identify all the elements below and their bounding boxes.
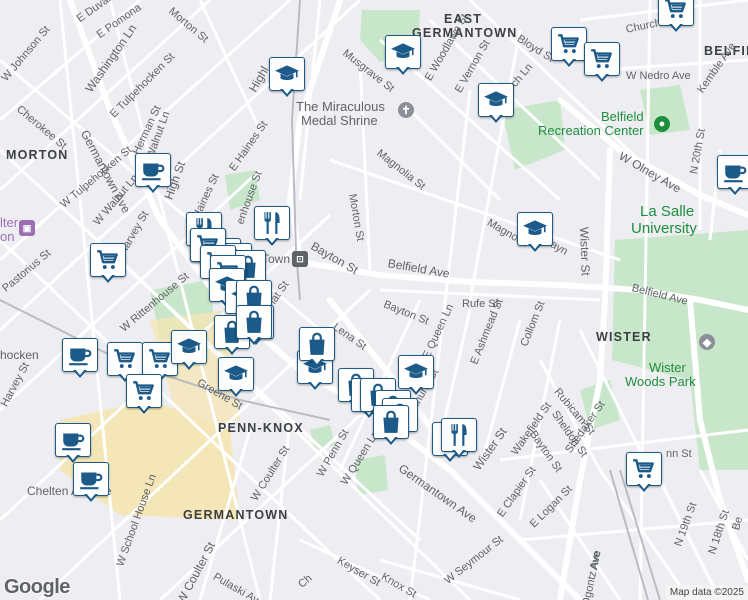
coffee-cup-icon [67, 342, 93, 368]
restaurant-icon [446, 422, 472, 448]
place-label-wister-woods-park[interactable]: Wister [649, 361, 686, 375]
shopping-bag-icon [378, 409, 404, 435]
graduation-cap-icon [403, 359, 429, 385]
shopping-cart-icon [131, 378, 157, 404]
map-marker[interactable] [135, 153, 171, 193]
church-icon[interactable]: ✝ [398, 102, 414, 118]
coffee-cup-icon [78, 466, 104, 492]
place-label-belfield-recreation-center-line2[interactable]: Recreation Center [538, 124, 644, 138]
museum-icon[interactable]: ▣ [19, 220, 35, 236]
map-marker[interactable] [478, 83, 514, 123]
map-marker[interactable] [658, 0, 694, 32]
coffee-cup-icon [722, 159, 748, 185]
area-label-hocken: hocken [0, 348, 39, 362]
google-logo[interactable]: Google [4, 576, 70, 599]
shopping-cart-icon [112, 346, 138, 372]
shopping-bag-icon [241, 309, 267, 335]
park-icon[interactable]: ● [654, 116, 670, 132]
graduation-cap-icon [390, 39, 416, 65]
map-marker[interactable] [126, 374, 162, 414]
coffee-cup-icon [140, 157, 166, 183]
graduation-cap-icon [274, 61, 300, 87]
map-marker[interactable] [62, 338, 98, 378]
place-label-miraculous-medal-shrine-line2[interactable]: Medal Shrine [301, 114, 378, 128]
transit-icon[interactable]: ⊡ [292, 251, 308, 267]
shopping-cart-icon [147, 346, 173, 372]
map-marker[interactable] [171, 330, 207, 370]
shopping-cart-icon [589, 46, 615, 72]
map-marker[interactable] [626, 452, 662, 492]
shopping-cart-icon [631, 456, 657, 482]
street-label: Wister St [577, 226, 593, 276]
graduation-cap-icon [223, 361, 249, 387]
map-marker[interactable] [269, 57, 305, 97]
place-label-germantown-station[interactable]: Town [262, 252, 290, 266]
map-marker[interactable] [254, 206, 290, 246]
map-marker[interactable] [398, 355, 434, 395]
map-marker[interactable] [551, 27, 587, 67]
place-label-museum[interactable]: lter [0, 216, 18, 230]
area-label-germantown: GERMANTOWN [183, 508, 289, 522]
school-icon[interactable]: ◆ [699, 334, 715, 350]
place-label-la-salle-university[interactable]: La Salle [640, 203, 694, 220]
graduation-cap-icon [176, 334, 202, 360]
map-marker[interactable] [517, 212, 553, 252]
map-marker[interactable] [55, 423, 91, 463]
map-base-layer [0, 0, 748, 600]
street-label: nn St [666, 448, 692, 460]
street-label: W Nedro Ave [626, 70, 691, 82]
map-attribution[interactable]: Map data ©2025 [665, 585, 748, 600]
coffee-cup-icon [60, 427, 86, 453]
graduation-cap-icon [483, 87, 509, 113]
shopping-cart-icon [556, 31, 582, 57]
map-marker[interactable] [236, 305, 272, 345]
place-label-miraculous-medal-shrine[interactable]: The Miraculous [296, 100, 385, 114]
shopping-cart-icon [95, 247, 121, 273]
area-label-wister: WISTER [596, 330, 652, 344]
shopping-bag-icon [304, 331, 330, 357]
map-marker[interactable] [584, 42, 620, 82]
area-label-penn-knox: PENN-KNOX [218, 421, 304, 435]
map-marker[interactable] [73, 462, 109, 502]
map-marker[interactable] [218, 357, 254, 397]
shopping-cart-icon [663, 0, 689, 22]
graduation-cap-icon [522, 216, 548, 242]
map-marker[interactable] [373, 405, 409, 445]
place-label-belfield-recreation-center[interactable]: Belfield [601, 110, 644, 124]
map-marker[interactable] [717, 155, 748, 195]
place-label-la-salle-university-line2[interactable]: University [631, 220, 697, 237]
map-marker[interactable] [299, 327, 335, 367]
restaurant-icon [259, 210, 285, 236]
map-marker[interactable] [385, 35, 421, 75]
place-label-museum-line2[interactable]: on [0, 230, 14, 244]
place-label-wister-woods-park-line2[interactable]: Woods Park [625, 375, 696, 389]
map-marker[interactable] [441, 418, 477, 458]
map-canvas[interactable]: EAST GERMANTOWN BELFIE MORTON WISTER PEN… [0, 0, 748, 600]
map-marker[interactable] [90, 243, 126, 283]
